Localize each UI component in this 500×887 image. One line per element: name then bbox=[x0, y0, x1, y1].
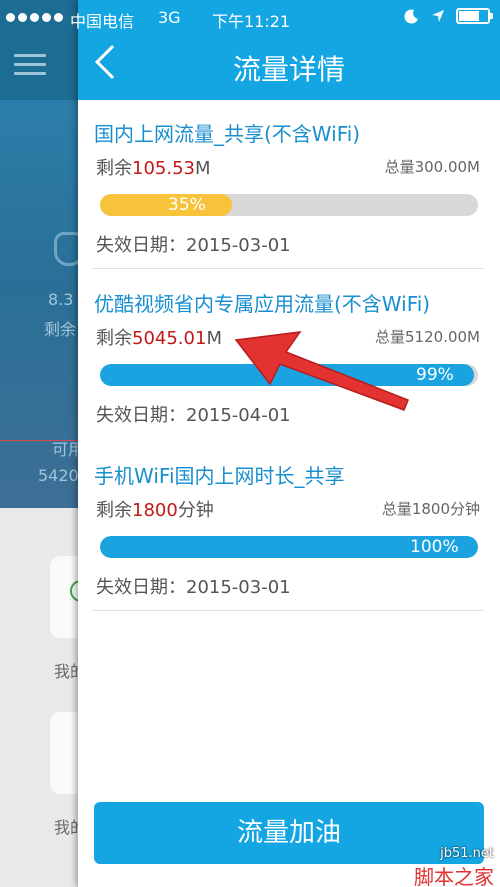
watermark-url: jb51.net bbox=[440, 846, 494, 861]
watermark: jb51.net 脚本之家 bbox=[414, 846, 494, 887]
annotation-arrow-icon bbox=[234, 331, 409, 411]
watermark-name: 脚本之家 bbox=[414, 865, 494, 887]
